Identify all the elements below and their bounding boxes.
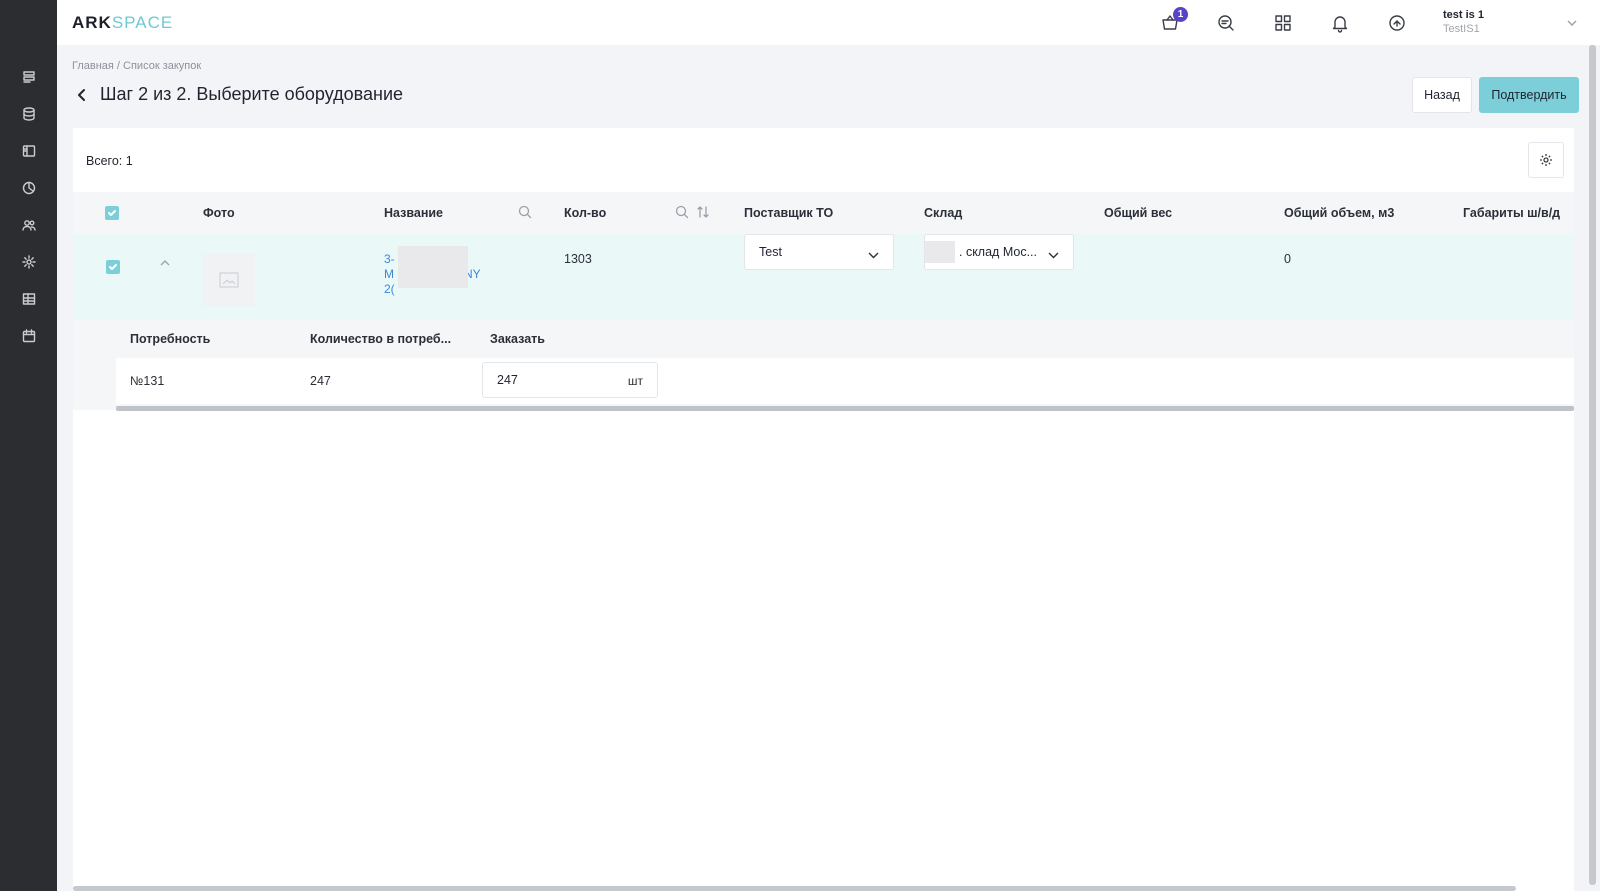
back-button[interactable]: Назад [1412,77,1472,113]
equipment-panel: Всего: 1 Фото Название Кол-во Поставщик … [73,128,1574,891]
need-number: №131 [130,374,165,388]
row-collapse-toggle[interactable] [159,254,171,266]
search-icon [675,205,689,219]
pie-chart-icon [22,181,35,194]
sidebar-item-users[interactable] [19,215,38,234]
database-icon [22,106,35,121]
users-icon [21,219,36,231]
horizontal-scrollbar[interactable] [116,406,1574,411]
qty-sort-button[interactable] [696,205,710,219]
qty-value: 1303 [564,252,592,266]
order-quantity-input[interactable] [483,363,613,397]
gear-icon [1540,154,1552,166]
column-order: Заказать [490,332,545,346]
table-grid-icon [22,292,35,305]
column-total-volume: Общий объем, м3 [1284,206,1395,220]
image-placeholder-icon [219,272,239,288]
column-qty[interactable]: Кол-во [564,206,606,220]
vertical-scrollbar[interactable] [1589,45,1596,885]
needs-row: №131 247 шт [116,358,1574,404]
column-warehouse: Склад [924,206,963,220]
check-icon [109,264,117,270]
sidebar-item-analytics[interactable] [19,178,38,197]
select-all-checkbox[interactable] [105,206,119,220]
logo-ark: ARK [72,13,112,32]
top-bar: ARKSPACE 1 test is 1 TestIS1 [57,0,1600,45]
chat-button[interactable] [1214,11,1238,35]
user-menu-toggle[interactable] [1566,16,1578,28]
column-photo: Фото [203,206,235,220]
cart-button[interactable]: 1 [1158,7,1188,35]
supplier-select-value: Test [759,245,782,259]
logo-space: SPACE [111,13,174,32]
page-header: Шаг 2 из 2. Выберите оборудование [76,84,403,105]
bell-icon [1332,16,1348,33]
cart-badge: 1 [1173,7,1188,22]
page-title: Шаг 2 из 2. Выберите оборудование [100,84,404,104]
apps-button[interactable] [1271,11,1295,35]
logo[interactable]: ARKSPACE [72,13,173,33]
column-dimensions: Габариты ш/в/д [1463,206,1561,220]
sidebar-item-settings[interactable] [19,252,38,271]
gear-icon [21,254,36,269]
breadcrumb[interactable]: Главная / Список закупок [72,60,201,72]
chat-icon [1218,15,1234,31]
apps-grid-icon [1275,15,1291,31]
name-search-button[interactable] [518,205,532,219]
table-settings-button[interactable] [1528,142,1564,178]
chevron-up-icon [160,260,170,266]
needs-subtable: Потребность Количество в потреб... Заказ… [73,320,1574,411]
sort-icon [697,206,709,218]
order-unit: шт [627,374,643,388]
sidebar-item-calendar[interactable] [19,326,38,345]
row-checkbox[interactable] [106,260,120,274]
table-row[interactable]: 3- M NY 2( 1303 Test . склад Мос... 0 [73,234,1574,320]
notifications-button[interactable] [1328,11,1352,35]
total-volume-value: 0 [1284,252,1291,266]
warehouse-select-value: . склад Мос... [959,245,1037,259]
chevron-down-icon [1567,20,1577,26]
sync-icon [1389,15,1405,31]
sidebar-item-panel[interactable] [19,141,38,160]
chevron-down-icon [868,248,879,259]
back-arrow-button[interactable] [76,86,90,104]
column-name[interactable]: Название [384,206,443,220]
equipment-photo[interactable] [203,254,255,306]
column-need: Потребность [130,332,211,346]
order-quantity-field[interactable]: шт [482,362,658,398]
sync-button[interactable] [1385,11,1409,35]
sidebar-item-table[interactable] [19,289,38,308]
qty-in-need-value: 247 [310,374,331,388]
qty-search-button[interactable] [675,205,689,219]
chevron-down-icon [1048,248,1059,259]
check-icon [108,210,116,216]
redacted-area [398,246,468,288]
sidebar-panel-icon [22,144,35,157]
sidebar-item-list[interactable] [19,67,38,86]
redacted-area [925,241,955,263]
warehouse-select[interactable]: . склад Мос... [924,234,1074,270]
column-qty-in-need: Количество в потреб... [310,332,452,346]
supplier-select[interactable]: Test [744,234,894,270]
search-icon [518,205,532,219]
list-stack-icon [22,70,35,83]
table-header: Фото Название Кол-во Поставщик ТО Склад … [73,192,1574,234]
arrow-left-icon [78,88,85,101]
user-name[interactable]: test is 1 [1443,9,1484,21]
column-total-weight: Общий вес [1104,206,1173,220]
calendar-icon [22,328,35,342]
page-horizontal-scrollbar[interactable] [73,886,1516,891]
column-supplier: Поставщик ТО [744,206,834,220]
sidebar [0,0,57,891]
total-count: Всего: 1 [86,154,133,168]
user-org: TestIS1 [1443,23,1480,35]
sidebar-item-database[interactable] [19,104,38,123]
confirm-button[interactable]: Подтвердить [1479,77,1579,113]
